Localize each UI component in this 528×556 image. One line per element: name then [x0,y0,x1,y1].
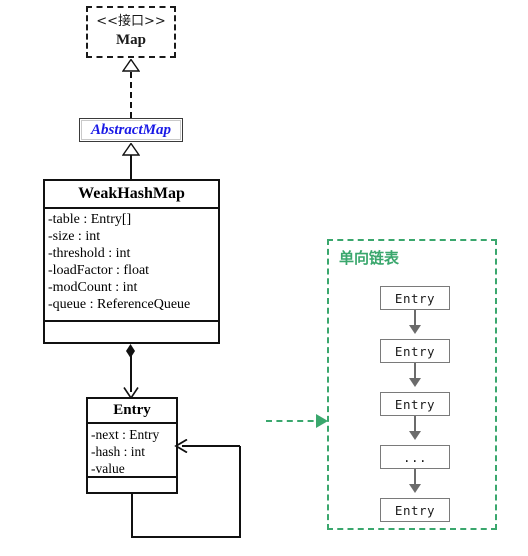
class-entry-box[interactable]: Entry -next : Entry -hash : int -value [86,397,178,494]
class-weakhashmap-attributes: -table : Entry[] -size : int -threshold … [45,209,218,322]
list-item[interactable]: Entry [380,392,450,416]
attribute-row: -next : Entry [91,427,160,442]
abstract-class-name-label: AbstractMap [90,121,171,138]
self-association-line-top [182,445,240,447]
list-item[interactable]: Entry [380,498,450,522]
list-item[interactable]: Entry [380,339,450,363]
interface-stereotype-label: <<接口>> [96,13,166,29]
class-entry-attributes: -next : Entry -hash : int -value [88,424,176,478]
self-association-arrowhead-icon [174,438,188,458]
attribute-row: -threshold : int [48,246,131,261]
attribute-row: -queue : ReferenceQueue [48,297,191,312]
list-item-ellipsis[interactable]: ... [380,445,450,469]
attribute-row: -loadFactor : float [48,263,150,278]
linked-list-panel[interactable]: 单向链表 Entry Entry Entry ... Entry [327,239,497,530]
abstract-class-abstractmap-box[interactable]: AbstractMap [79,118,183,142]
interface-name-label: Map [116,32,146,49]
attribute-row: -size : int [48,229,101,244]
self-association-line-right [239,446,241,538]
list-connector-arrowhead-icon [409,431,421,440]
linked-list-panel-title: 单向链表 [339,249,400,267]
abstract-class-inner-frame: AbstractMap [81,120,181,140]
realization-dashed-line [130,72,132,118]
attribute-row: -table : Entry[] [48,212,132,227]
uml-diagram-canvas: <<接口>> Map AbstractMap WeakHashMap -tabl… [0,0,528,556]
generalization-solid-line [130,155,132,180]
self-association-line-down [131,494,133,538]
list-connector-arrowhead-icon [409,325,421,334]
self-association-line-bottom [131,536,241,538]
class-entry-title: Entry [88,399,176,424]
class-weakhashmap-methods [45,322,218,342]
class-weakhashmap-title: WeakHashMap [45,181,218,209]
class-weakhashmap-box[interactable]: WeakHashMap -table : Entry[] -size : int… [43,179,220,344]
class-entry-methods [88,478,176,492]
attribute-row: -value [91,461,125,476]
realization-arrowhead-icon [121,58,141,72]
list-connector-arrowhead-icon [409,378,421,387]
attribute-row: -modCount : int [48,280,138,295]
attribute-row: -hash : int [91,444,145,459]
interface-map-box[interactable]: <<接口>> Map [86,6,176,58]
list-connector-arrowhead-icon [409,484,421,493]
list-item[interactable]: Entry [380,286,450,310]
